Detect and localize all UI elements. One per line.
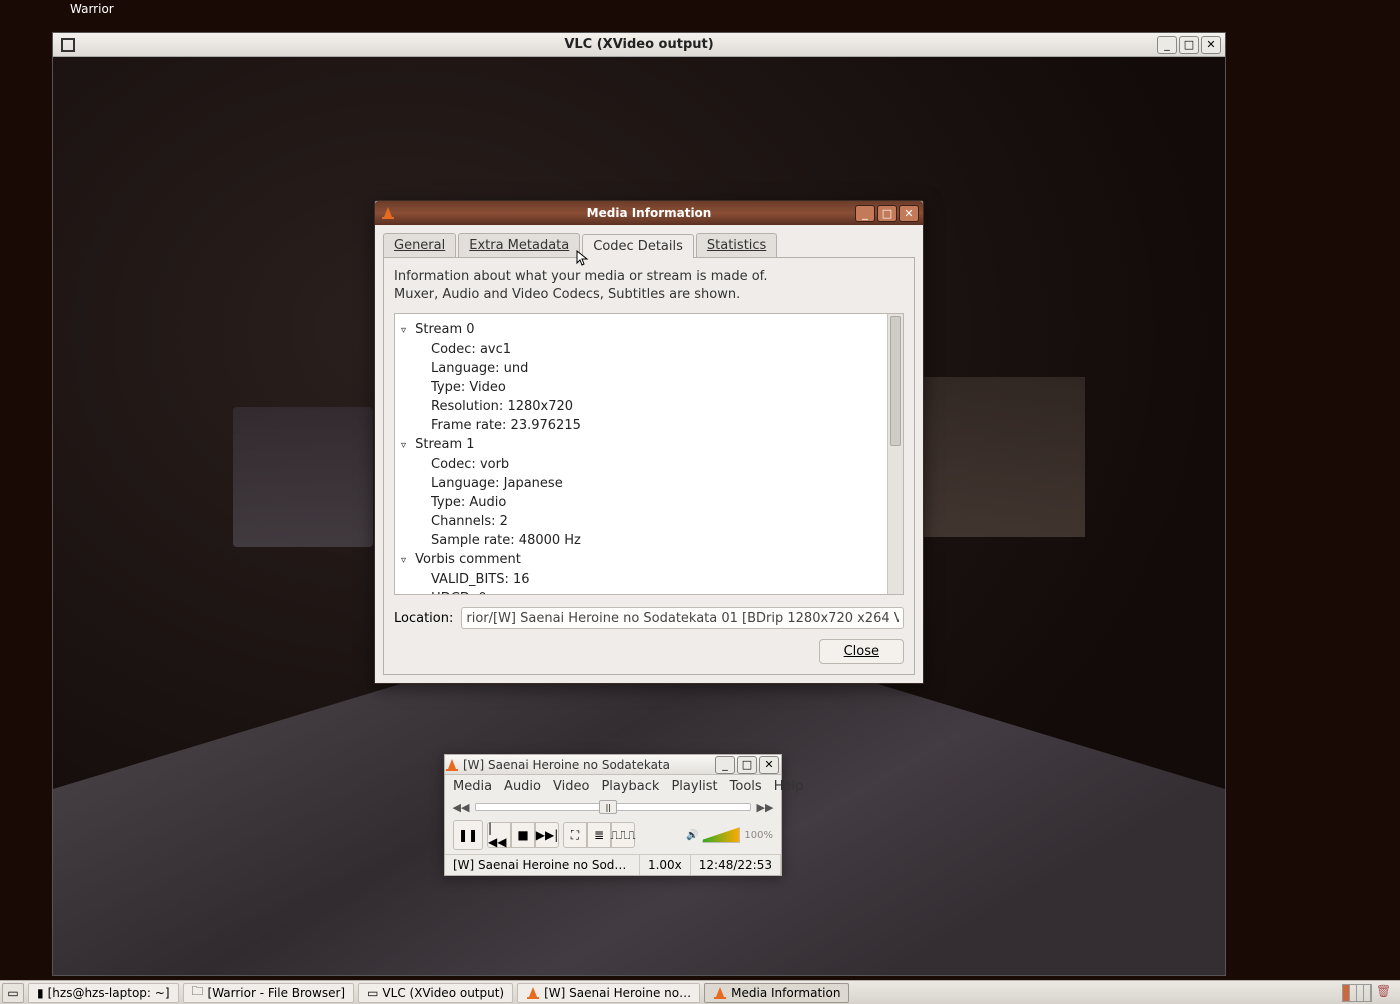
vlc-statusbar: [W] Saenai Heroine no Sod… 1.00x 12:48/2… — [445, 854, 781, 875]
show-desktop-button[interactable]: ▭ — [2, 983, 24, 1003]
tree-row[interactable]: Codec: avc1 — [401, 340, 893, 359]
location-field[interactable] — [461, 607, 904, 629]
menu-playlist[interactable]: Playlist — [671, 779, 717, 794]
disclosure-triangle-icon[interactable]: ▿ — [401, 551, 411, 570]
disclosure-triangle-icon[interactable]: ▿ — [401, 321, 411, 340]
stop-button[interactable]: ■ — [511, 822, 535, 848]
close-button[interactable]: Close — [819, 639, 904, 664]
scrollbar-thumb[interactable] — [890, 316, 901, 446]
extended-settings-button[interactable]: ⎍⎍⎍ — [611, 822, 635, 848]
tree-row[interactable]: VALID_BITS: 16 — [401, 570, 893, 589]
media-info-title: Media Information — [375, 206, 923, 220]
tree-row[interactable]: Channels: 2 — [401, 512, 893, 531]
codec-tree[interactable]: ▿ Stream 0 Codec: avc1 Language: und Typ… — [394, 313, 904, 595]
tree-scrollbar[interactable] — [887, 314, 903, 594]
tree-row[interactable]: HDCD: 0 — [401, 589, 893, 595]
tab-statistics[interactable]: Statistics — [696, 233, 777, 257]
location-label: Location: — [394, 611, 453, 626]
desktop-folder-label[interactable]: Warrior — [70, 2, 114, 16]
seek-slider[interactable]: || — [475, 803, 751, 811]
vlc-window-title: [W] Saenai Heroine no Sodatekata — [463, 758, 670, 772]
volume-slider[interactable] — [702, 827, 740, 843]
tab-codec-details[interactable]: Codec Details — [582, 234, 694, 258]
taskbar-item-xvideo[interactable]: ▭ VLC (XVideo output) — [358, 983, 513, 1003]
tree-row[interactable]: Language: Japanese — [401, 474, 893, 493]
taskbar: ▭ ▮ [hzs@hzs-laptop: ~] 🗀 [Warrior - Fil… — [0, 980, 1400, 1004]
seek-forward-button[interactable]: ▶▶ — [757, 800, 773, 814]
stream-0-head[interactable]: ▿ Stream 0 — [401, 320, 893, 340]
menu-audio[interactable]: Audio — [504, 779, 541, 794]
tree-row[interactable]: Frame rate: 23.976215 — [401, 416, 893, 435]
vlc-titlebar[interactable]: [W] Saenai Heroine no Sodatekata _ □ ✕ — [445, 755, 781, 775]
vlc-cone-icon — [526, 986, 540, 1000]
tree-row[interactable]: Type: Video — [401, 378, 893, 397]
codec-description: Information about what your media or str… — [394, 268, 904, 303]
window-icon: ▭ — [367, 986, 378, 1000]
next-button[interactable]: ▶▶| — [535, 822, 559, 848]
tree-row[interactable]: Resolution: 1280x720 — [401, 397, 893, 416]
vlc-menubar: Media Audio Video Playback Playlist Tool… — [445, 775, 781, 798]
media-info-dialog: Media Information _ □ ✕ General Extra Me… — [374, 200, 924, 684]
seek-thumb[interactable]: || — [599, 800, 617, 814]
terminal-icon: ▮ — [37, 986, 44, 1000]
taskbar-item-terminal[interactable]: ▮ [hzs@hzs-laptop: ~] — [28, 983, 179, 1003]
taskbar-item-media-info[interactable]: Media Information — [704, 983, 849, 1003]
media-info-titlebar[interactable]: Media Information _ □ ✕ — [375, 201, 923, 225]
vorbis-comment-head[interactable]: ▿ Vorbis comment — [401, 550, 893, 570]
desktop-icon: ▭ — [7, 986, 18, 1000]
fullscreen-button[interactable]: ⛶ — [563, 822, 587, 848]
tree-row[interactable]: Language: und — [401, 359, 893, 378]
xvideo-title: VLC (XVideo output) — [53, 37, 1225, 52]
speaker-icon[interactable]: 🔊 — [686, 830, 698, 841]
status-time[interactable]: 12:48/22:53 — [691, 855, 781, 875]
taskbar-item-vlc[interactable]: [W] Saenai Heroine no… — [517, 983, 700, 1003]
status-filename: [W] Saenai Heroine no Sod… — [445, 855, 640, 875]
taskbar-item-filebrowser[interactable]: 🗀 [Warrior - File Browser] — [183, 983, 355, 1003]
tree-row[interactable]: Type: Audio — [401, 493, 893, 512]
tree-row[interactable]: Sample rate: 48000 Hz — [401, 531, 893, 550]
minimize-button[interactable]: _ — [1157, 36, 1177, 54]
xvideo-titlebar[interactable]: VLC (XVideo output) _ □ ✕ — [53, 33, 1225, 57]
stream-1-head[interactable]: ▿ Stream 1 — [401, 435, 893, 455]
menu-tools[interactable]: Tools — [730, 779, 762, 794]
folder-icon: 🗀 — [192, 983, 204, 1003]
volume-percent: 100% — [744, 830, 773, 841]
menu-media[interactable]: Media — [453, 779, 492, 794]
close-button[interactable]: ✕ — [759, 756, 779, 774]
close-button[interactable]: ✕ — [1201, 36, 1221, 54]
tab-extra-metadata[interactable]: Extra Metadata — [458, 233, 580, 257]
codec-details-pane: Information about what your media or str… — [383, 257, 915, 675]
seek-back-button[interactable]: ◀◀ — [453, 800, 469, 814]
workspace-switcher[interactable] — [1342, 984, 1372, 1002]
vlc-cone-icon — [713, 986, 727, 1000]
menu-playback[interactable]: Playback — [601, 779, 659, 794]
tab-general[interactable]: General — [383, 233, 456, 257]
vlc-player-window: [W] Saenai Heroine no Sodatekata _ □ ✕ M… — [444, 754, 782, 876]
playlist-button[interactable]: ≣ — [587, 822, 611, 848]
equalizer-icon: ⎍⎍⎍ — [610, 828, 635, 843]
pause-button[interactable]: ❚❚ — [453, 820, 483, 850]
system-tray: 🗑 — [1342, 984, 1398, 1002]
media-info-tabs: General Extra Metadata Codec Details Sta… — [383, 233, 915, 257]
tree-row[interactable]: Codec: vorb — [401, 455, 893, 474]
minimize-button[interactable]: _ — [715, 756, 735, 774]
menu-video[interactable]: Video — [553, 779, 589, 794]
trash-icon[interactable]: 🗑 — [1376, 984, 1394, 1002]
disclosure-triangle-icon[interactable]: ▿ — [401, 436, 411, 455]
previous-button[interactable]: |◀◀ — [487, 822, 511, 848]
menu-help[interactable]: Help — [774, 779, 804, 794]
vlc-cone-icon — [445, 758, 459, 772]
maximize-button[interactable]: □ — [1179, 36, 1199, 54]
status-speed[interactable]: 1.00x — [640, 855, 691, 875]
close-window-button[interactable]: ✕ — [899, 205, 919, 222]
maximize-button[interactable]: □ — [737, 756, 757, 774]
maximize-button[interactable]: □ — [877, 205, 897, 222]
minimize-button[interactable]: _ — [855, 205, 875, 222]
